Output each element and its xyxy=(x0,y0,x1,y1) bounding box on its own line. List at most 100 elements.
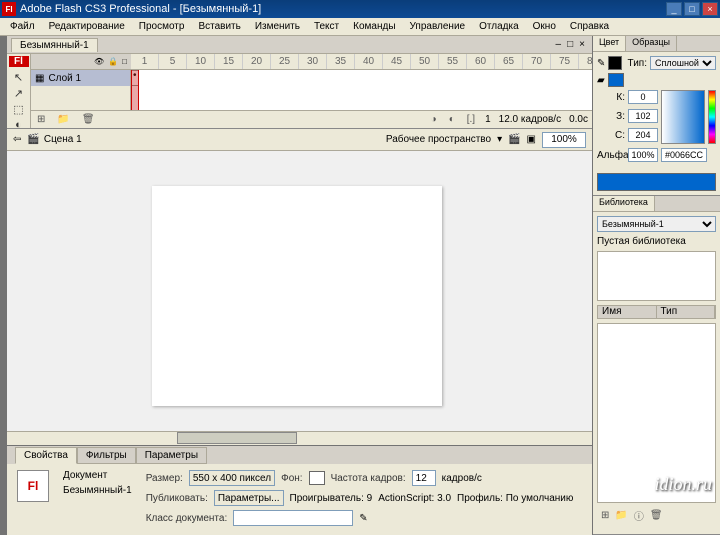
new-layer-icon[interactable]: ⊞ xyxy=(35,114,47,125)
close-button[interactable]: × xyxy=(702,2,718,16)
library-preview xyxy=(597,251,716,301)
menu-debug[interactable]: Отладка xyxy=(473,19,525,34)
color-picker[interactable] xyxy=(661,90,705,144)
outline-icon[interactable]: □ xyxy=(122,57,127,66)
menu-text[interactable]: Текст xyxy=(308,19,345,34)
subselection-tool[interactable]: ↗ xyxy=(9,86,29,101)
doc-restore-icon[interactable]: □ xyxy=(564,39,576,50)
alpha-input[interactable] xyxy=(628,148,658,162)
new-symbol-icon[interactable]: ⊞ xyxy=(599,510,611,521)
green-input[interactable] xyxy=(628,109,658,123)
edit-scene-icon[interactable]: 🎬 xyxy=(508,134,520,145)
onion-skin-icon[interactable]: ◑ xyxy=(429,114,439,125)
minimize-button[interactable]: _ xyxy=(666,2,682,16)
menu-view[interactable]: Просмотр xyxy=(133,19,191,34)
hue-slider[interactable] xyxy=(708,90,716,144)
library-status: Пустая библиотека xyxy=(597,236,716,247)
edit-frames-icon[interactable]: [.] xyxy=(465,114,477,125)
back-icon[interactable]: ⇦ xyxy=(13,134,21,145)
doc-close-icon[interactable]: × xyxy=(576,39,588,50)
hex-input[interactable] xyxy=(661,148,707,162)
tab-parameters[interactable]: Параметры xyxy=(136,447,207,464)
lib-col-name[interactable]: Имя xyxy=(598,306,657,318)
fps-display: 12.0 кадров/с xyxy=(499,114,561,125)
bg-color-swatch[interactable] xyxy=(309,471,325,485)
edit-bar: ⇦ 🎬 Сцена 1 Рабочее пространство ▾ 🎬 ▣ xyxy=(7,129,592,151)
doc-minimize-icon[interactable]: – xyxy=(553,39,565,50)
document-tab-bar: Безымянный-1 – □ × xyxy=(7,36,592,54)
new-folder-icon[interactable]: 📁 xyxy=(55,114,71,125)
new-lib-folder-icon[interactable]: 📁 xyxy=(613,510,629,521)
stage-viewport[interactable] xyxy=(7,151,592,431)
bg-label: Фон: xyxy=(281,473,302,484)
menu-edit[interactable]: Редактирование xyxy=(43,19,131,34)
pencil-stroke-icon[interactable]: ✎ xyxy=(597,58,605,69)
lock-icon[interactable]: 🔒 xyxy=(108,57,118,66)
menu-insert[interactable]: Вставить xyxy=(192,19,246,34)
zoom-input[interactable] xyxy=(542,132,586,148)
doc-type-label: Документ xyxy=(63,470,107,481)
workspace-dropdown-icon[interactable]: ▾ xyxy=(497,134,502,145)
fill-swatch[interactable] xyxy=(608,73,624,87)
tab-color[interactable]: Цвет xyxy=(593,36,626,51)
size-button[interactable]: 550 x 400 пиксел xyxy=(189,470,275,486)
selection-tool[interactable]: ↖ xyxy=(9,70,29,85)
blue-label: С: xyxy=(597,130,625,141)
menu-modify[interactable]: Изменить xyxy=(249,19,306,34)
playhead[interactable] xyxy=(131,70,139,110)
flash-logo-icon: Fl xyxy=(9,56,29,67)
layer-row[interactable]: ▦ Слой 1 xyxy=(31,70,130,86)
symbol-properties-icon[interactable]: ⓘ xyxy=(632,508,646,523)
red-input[interactable] xyxy=(628,90,658,104)
fill-type-label: Тип: xyxy=(625,58,647,69)
tab-properties[interactable]: Свойства xyxy=(15,447,77,464)
publish-settings-button[interactable]: Параметры... xyxy=(214,490,284,506)
publish-label: Публиковать: xyxy=(146,493,208,504)
stage-canvas[interactable] xyxy=(152,186,442,406)
scene-name[interactable]: Сцена 1 xyxy=(44,134,82,145)
delete-layer-icon[interactable]: 🗑 xyxy=(80,114,97,125)
edit-class-icon[interactable]: ✎ xyxy=(359,513,367,524)
edit-symbol-icon[interactable]: ▣ xyxy=(527,134,536,145)
layer-column-header: 👁 🔒 □ xyxy=(31,54,131,69)
fps-label: Частота кадров: xyxy=(331,473,406,484)
timeline-panel: Fl ↖ ↗ ⬚ ◐ ✒ T ╲ ▭ ✎ 🖌 ◍ △ ⟋ ◧ ✋ 🔍 xyxy=(7,54,592,129)
properties-panel: Свойства Фильтры Параметры Fl Документ Б… xyxy=(7,445,592,535)
blue-input[interactable] xyxy=(628,128,658,142)
doc-class-input[interactable] xyxy=(233,510,353,526)
menu-bar: Файл Редактирование Просмотр Вставить Из… xyxy=(0,18,720,36)
menu-window[interactable]: Окно xyxy=(527,19,562,34)
menu-file[interactable]: Файл xyxy=(4,19,41,34)
delete-symbol-icon[interactable]: 🗑 xyxy=(648,510,665,521)
maximize-button[interactable]: □ xyxy=(684,2,700,16)
free-transform-tool[interactable]: ⬚ xyxy=(9,102,29,117)
bucket-fill-icon[interactable]: ▰ xyxy=(597,75,605,86)
library-doc-select[interactable]: Безымянный-1 xyxy=(597,216,716,232)
document-tab[interactable]: Безымянный-1 xyxy=(11,38,98,52)
menu-help[interactable]: Справка xyxy=(564,19,615,34)
tab-swatches[interactable]: Образцы xyxy=(626,36,677,51)
onion-outline-icon[interactable]: ◐ xyxy=(447,114,457,125)
frames-area[interactable] xyxy=(131,70,592,110)
lib-col-type[interactable]: Тип xyxy=(657,306,716,318)
workspace-label: Рабочее пространство xyxy=(386,134,491,145)
size-label: Размер: xyxy=(146,473,183,484)
profile-label: Профиль: По умолчанию xyxy=(457,493,573,504)
fill-type-select[interactable]: Сплошной xyxy=(650,56,716,70)
menu-control[interactable]: Управление xyxy=(404,19,472,34)
layer-name: Слой 1 xyxy=(48,73,81,84)
menu-commands[interactable]: Команды xyxy=(347,19,401,34)
tab-library[interactable]: Библиотека xyxy=(593,196,655,211)
red-label: К: xyxy=(597,92,625,103)
green-label: З: xyxy=(597,111,625,122)
stroke-swatch[interactable] xyxy=(608,56,621,70)
alpha-label: Альфа: xyxy=(597,150,625,161)
visibility-icon[interactable]: 👁 xyxy=(94,57,104,66)
fps-input[interactable] xyxy=(412,470,436,486)
frame-ruler[interactable]: 1 5 10 15 20 25 30 35 40 45 50 55 xyxy=(131,54,592,69)
tab-filters[interactable]: Фильтры xyxy=(77,447,136,464)
horizontal-scrollbar[interactable] xyxy=(7,431,592,445)
watermark: idion.ru xyxy=(654,474,712,495)
timeline-status-bar: ⊞ 📁 🗑 ◑ ◐ [.] 1 12.0 кадров/с 0.0с xyxy=(31,110,592,128)
player-label: Проигрыватель: 9 xyxy=(290,493,373,504)
